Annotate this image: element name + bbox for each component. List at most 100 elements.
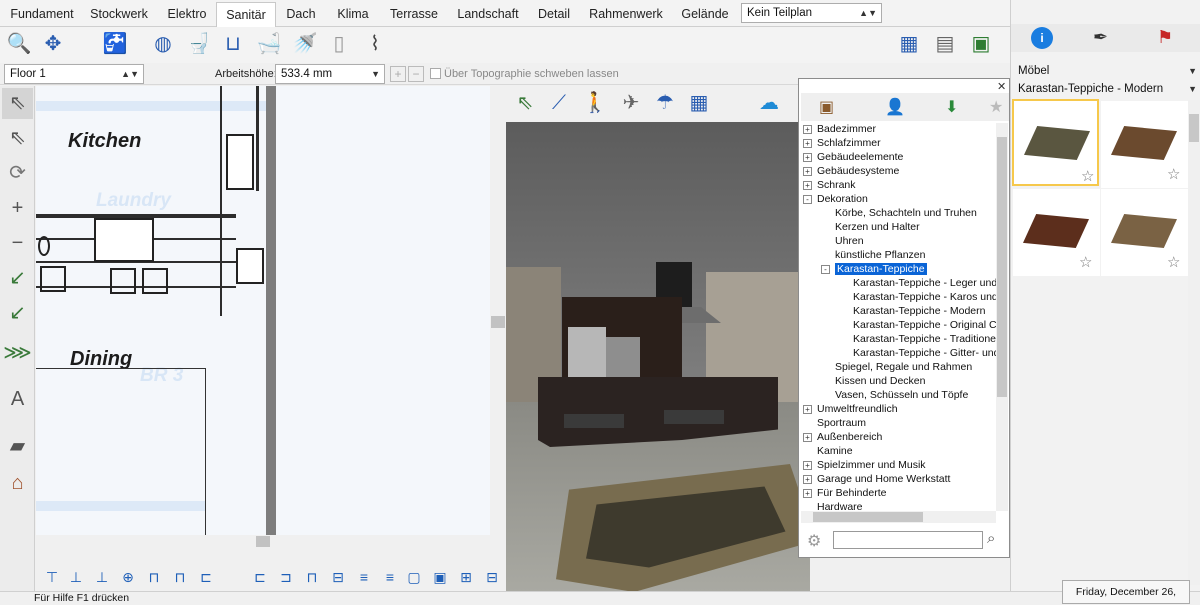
category-selector[interactable]: Möbel ▼ [1013,62,1200,82]
catalog-tree-item[interactable]: Dekoration [817,193,868,205]
align-center-icon[interactable]: ≡ [354,567,374,587]
catalog-tree-item[interactable]: Karastan-Teppiche - Original Co [853,319,996,331]
favorite-star-icon[interactable]: ☆ [1167,165,1180,183]
tab-klima[interactable]: Klima [326,2,380,27]
match-size-icon[interactable]: ⊟ [328,567,348,587]
stack-icon[interactable]: ⊓ [302,567,322,587]
tree-expander-icon[interactable]: + [803,181,812,190]
catalog-tree-item[interactable]: Körbe, Schachteln und Truhen [835,207,977,219]
tab-sanitaer[interactable]: Sanitär [216,2,276,28]
rug-thumbnail[interactable]: ☆ [1012,99,1099,186]
tab-stockwerk[interactable]: Stockwerk [82,2,156,27]
distribute-icon[interactable]: ⊓ [144,567,164,587]
download-icon[interactable]: ⬇ [945,97,958,117]
browser-scrollbar[interactable] [1188,100,1200,585]
catalog-tree-item[interactable]: Karastan-Teppiche [835,263,927,275]
catalog-tree-item[interactable]: Badezimmer [817,123,876,135]
sink-icon[interactable]: ⊔ [216,27,250,61]
toilet-icon[interactable]: 🚽 [182,27,216,61]
rug-thumbnail[interactable]: ☆ [1101,189,1188,276]
eyedropper-icon[interactable]: ⟋ [542,86,576,120]
fly-icon[interactable]: ✈ [614,86,648,120]
text-tool-icon[interactable]: A [2,384,33,415]
catalog-tree-item[interactable]: künstliche Pflanzen [835,249,925,261]
frame-icon[interactable]: ▢ [404,567,424,587]
walkthrough-icon[interactable]: 🚶 [578,86,612,120]
topography-checkbox[interactable] [430,68,441,79]
3d-view-icon[interactable]: ▣ [964,27,998,61]
tree-expander-icon[interactable]: + [803,461,812,470]
tree-vertical-scrollbar[interactable] [996,123,1008,511]
tab-detail[interactable]: Detail [530,2,578,27]
user-icon[interactable]: 👤 [885,97,905,117]
pen-icon[interactable]: ✒ [1093,27,1108,48]
floorplan-view-icon[interactable]: ▦ [892,27,926,61]
tab-elektro[interactable]: Elektro [158,2,216,27]
group-icon[interactable]: ⊞ [456,567,476,587]
settings-gear-icon[interactable]: ⚙ [807,531,821,551]
tab-gelaende[interactable]: Gelände [674,2,736,27]
frame-inner-icon[interactable]: ▣ [430,567,450,587]
info-icon[interactable]: i [1031,27,1053,49]
catalog-tree-item[interactable]: Karastan-Teppiche - Traditione [853,333,996,345]
tab-terrasse[interactable]: Terrasse [382,2,446,27]
scroll-thumb[interactable] [1189,114,1199,142]
rotate-icon[interactable]: ⟳ [2,158,33,189]
tree-expander-icon[interactable]: + [803,405,812,414]
rotate-view-icon[interactable]: ☂ [648,86,682,120]
zoom-icon[interactable]: 🔍 [2,27,36,61]
catalog-tree-item[interactable]: Karastan-Teppiche - Karos und [853,291,996,303]
distribute-h-icon[interactable]: ⊓ [170,567,190,587]
tree-expander-icon[interactable]: + [803,433,812,442]
floor-plan-view[interactable]: Laundry BR 3 Kitchen Dining [36,86,490,548]
floor-selector[interactable]: Floor 1 ▲▼ [4,64,144,84]
star-icon[interactable]: ★ [989,97,1003,117]
camera-icon[interactable]: ▰ [2,431,33,462]
catalog-tree-item[interactable]: Kamine [817,445,853,457]
3d-select-icon[interactable]: ⇖ [508,86,542,120]
select-tool-icon[interactable]: ⇖ [2,88,33,119]
select-multiple-icon[interactable]: ⇖ [2,123,33,154]
catalog-tree-item[interactable]: Gebäudesysteme [817,165,899,177]
align-right-icon[interactable]: ≡ [380,567,400,587]
subcategory-selector[interactable]: Karastan-Teppiche - Modern ▼ [1013,80,1200,100]
favorite-star-icon[interactable]: ☆ [1167,253,1180,271]
tab-dach[interactable]: Dach [278,2,324,27]
align-middle-icon[interactable]: ⊥ [66,567,86,587]
scroll-thumb[interactable] [997,137,1007,397]
catalog-tree-item[interactable]: Außenbereich [817,431,882,443]
view-layout-icon[interactable]: ▦ [682,86,716,120]
catalog-tree-item[interactable]: Karastan-Teppiche - Modern [853,305,986,317]
rug-thumbnail[interactable]: ☆ [1101,101,1188,188]
plan-vertical-scrollbar[interactable] [490,86,506,562]
align-bottom-icon[interactable]: ⊥ [92,567,112,587]
plan-selector[interactable]: Kein Teilplan ▲▼ [741,3,882,23]
3d-view[interactable] [506,122,810,592]
library-icon[interactable]: ▣ [819,97,834,117]
catalog-search-input[interactable] [833,531,983,549]
search-icon[interactable]: ⌕ [987,530,995,547]
space-v-icon[interactable]: ⊐ [276,567,296,587]
decrease-button[interactable]: − [408,66,424,82]
tab-landschaft[interactable]: Landschaft [450,2,526,27]
tab-rahmenwerk[interactable]: Rahmenwerk [582,2,670,27]
tree-expander-icon[interactable]: + [803,475,812,484]
catalog-tree-item[interactable]: Karastan-Teppiche - Gitter- und [853,347,996,359]
add-point-icon[interactable]: + [2,193,33,224]
move-down-icon[interactable]: ↙ [2,263,33,294]
tree-expander-icon[interactable]: - [821,265,830,274]
catalog-tree-item[interactable]: Schlafzimmer [817,137,881,149]
pipe-path-icon[interactable]: ⋙ [2,338,33,369]
space-h-icon[interactable]: ⊏ [250,567,270,587]
scroll-thumb[interactable] [813,512,923,522]
catalog-tree-item[interactable]: Kerzen und Halter [835,221,920,233]
weather-icon[interactable]: ☁ [752,86,786,120]
drain-icon[interactable]: ◍ [146,27,180,61]
catalog-tree-item[interactable]: Kissen und Decken [835,375,925,387]
shower-icon[interactable]: 🚿 [288,27,322,61]
increase-button[interactable]: + [390,66,406,82]
catalog-tree-item[interactable]: Uhren [835,235,864,247]
catalog-tree-item[interactable]: Garage und Home Werkstatt [817,473,950,485]
catalog-tree-item[interactable]: Sportraum [817,417,866,429]
tree-expander-icon[interactable]: - [803,195,812,204]
